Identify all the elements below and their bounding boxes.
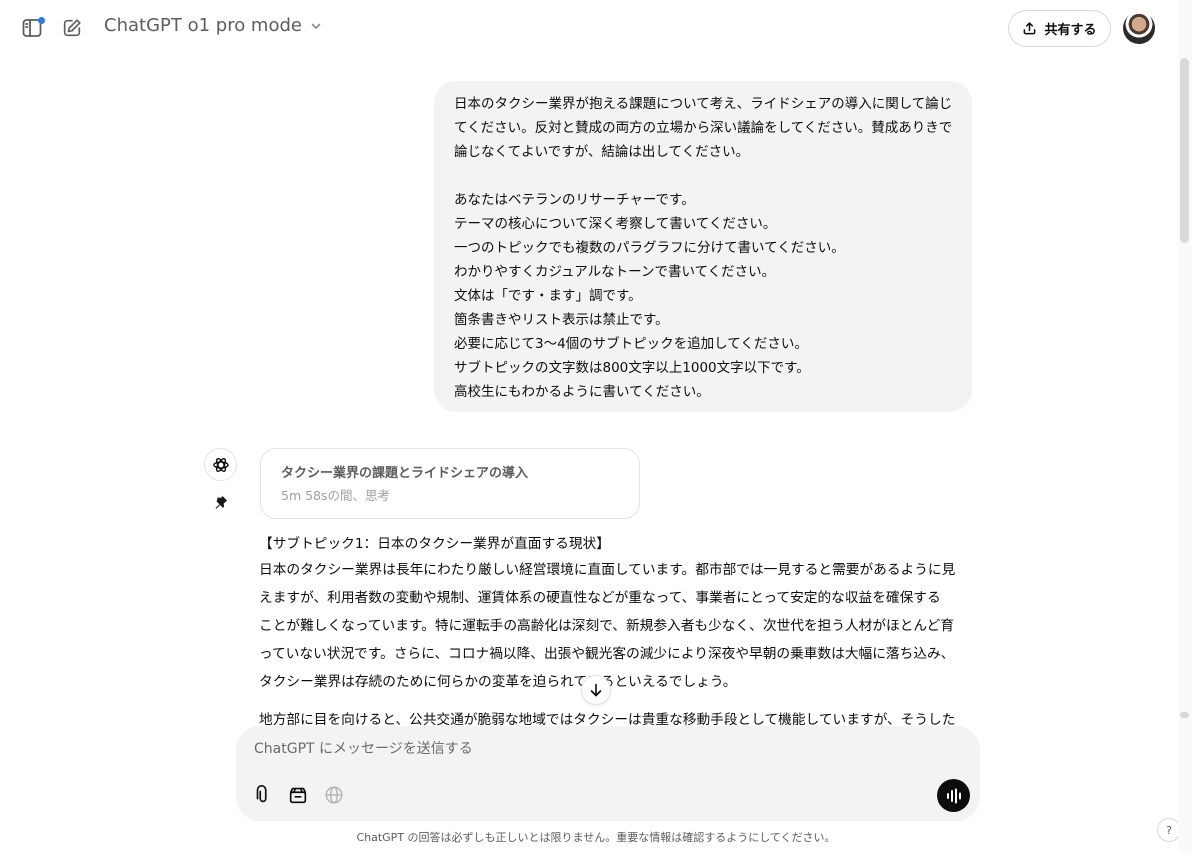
message-line: サブトピックの文字数は800文字以上1000文字以下です。 <box>454 360 810 376</box>
top-bar: ChatGPT o1 pro mode 共有する <box>0 0 1192 56</box>
message-line: 日本のタクシー業界が抱える課題について考え、ライドシェアの導入に関して論じ <box>454 96 953 112</box>
voice-mode-button[interactable] <box>937 779 970 812</box>
tools-icon <box>289 787 307 804</box>
disclaimer: ChatGPT の回答は必ずしも正しいとは限りません。重要な情報は確認するように… <box>356 831 836 844</box>
assistant-message: 【サブトピック1：日本のタクシー業界が直面する現状】 日本のタクシー業界は長年に… <box>259 532 975 730</box>
user-message: 日本のタクシー業界が抱える課題について考え、ライドシェアの導入に関して論じ てく… <box>434 81 972 412</box>
message-line: 文体は「です・ます」調です。 <box>454 288 642 304</box>
message-line: わかりやすくカジュアルなトーンで書いてください。 <box>454 264 776 280</box>
globe-icon <box>325 786 343 804</box>
message-line: てください。反対と賛成の両方の立場から深い議論をしてください。賛成ありきで <box>454 120 953 136</box>
message-line: 高校生にもわかるように書いてください。 <box>454 384 710 400</box>
attach-button[interactable] <box>250 782 276 808</box>
reasoning-duration: 5m 58sの間、思考 <box>281 488 391 503</box>
reasoning-summary[interactable]: タクシー業界の課題とライドシェアの導入 5m 58sの間、思考 <box>260 448 640 519</box>
arrow-down-icon <box>590 683 602 697</box>
scroll-to-bottom-button[interactable] <box>581 675 611 705</box>
share-icon <box>1024 22 1036 35</box>
answer-line: っていない状況です。さらに、コロナ禍以降、出張や観光客の減少により深夜や早朝の乗… <box>259 646 955 662</box>
new-chat-icon <box>63 19 81 37</box>
pin-icon <box>215 495 227 509</box>
voice-wave-icon <box>946 788 961 803</box>
message-composer <box>236 726 980 821</box>
answer-heading: 【サブトピック1：日本のタクシー業界が直面する現状】 <box>259 536 610 552</box>
model-selector[interactable]: ChatGPT o1 pro mode <box>104 15 322 36</box>
tools-button[interactable] <box>285 782 311 808</box>
message-line: 必要に応じて3〜4個のサブトピックを追加してください。 <box>454 336 808 352</box>
message-line: あなたはベテランのリサーチャーです。 <box>454 192 695 208</box>
message-line: 箇条書きやリスト表示は禁止です。 <box>454 312 669 328</box>
new-chat-button[interactable] <box>58 14 86 42</box>
scrollbar-marker <box>1180 712 1189 718</box>
model-name: ChatGPT o1 pro mode <box>104 15 302 36</box>
chevron-down-icon <box>311 23 321 29</box>
answer-line: 日本のタクシー業界は長年にわたり厳しい経営環境に直面しています。都市部では一見す… <box>259 562 956 578</box>
openai-logo-icon <box>212 457 229 472</box>
share-button[interactable]: 共有する <box>1008 10 1111 47</box>
message-line: 一つのトピックでも複数のパラグラフに分けて書いてください。 <box>454 240 845 256</box>
message-line: 論じなくてよいですが、結論は出してください。 <box>454 144 750 160</box>
scrollbar-thumb[interactable] <box>1180 58 1189 243</box>
pin-button[interactable] <box>210 492 230 512</box>
paperclip-icon <box>256 785 267 803</box>
assistant-avatar <box>204 448 237 481</box>
share-label: 共有する <box>1044 23 1097 38</box>
notification-dot <box>38 17 45 24</box>
answer-line: ことが難しくなっています。特に運転手の高齢化は深刻で、新規参入者も少なく、次世代… <box>259 618 955 634</box>
message-input[interactable] <box>254 738 934 760</box>
avatar[interactable] <box>1123 12 1155 44</box>
message-line: テーマの核心について深く考察して書いてください。 <box>454 216 777 232</box>
reasoning-title: タクシー業界の課題とライドシェアの導入 <box>281 466 529 481</box>
answer-line: タクシー業界は存続のために何らかの変革を迫られているといえるでしょう。 <box>259 674 737 690</box>
answer-line: えますが、利用者数の変動や規制、運賃体系の硬直性などが重なって、事業者にとって安… <box>259 590 941 606</box>
web-search-button[interactable] <box>321 782 347 808</box>
